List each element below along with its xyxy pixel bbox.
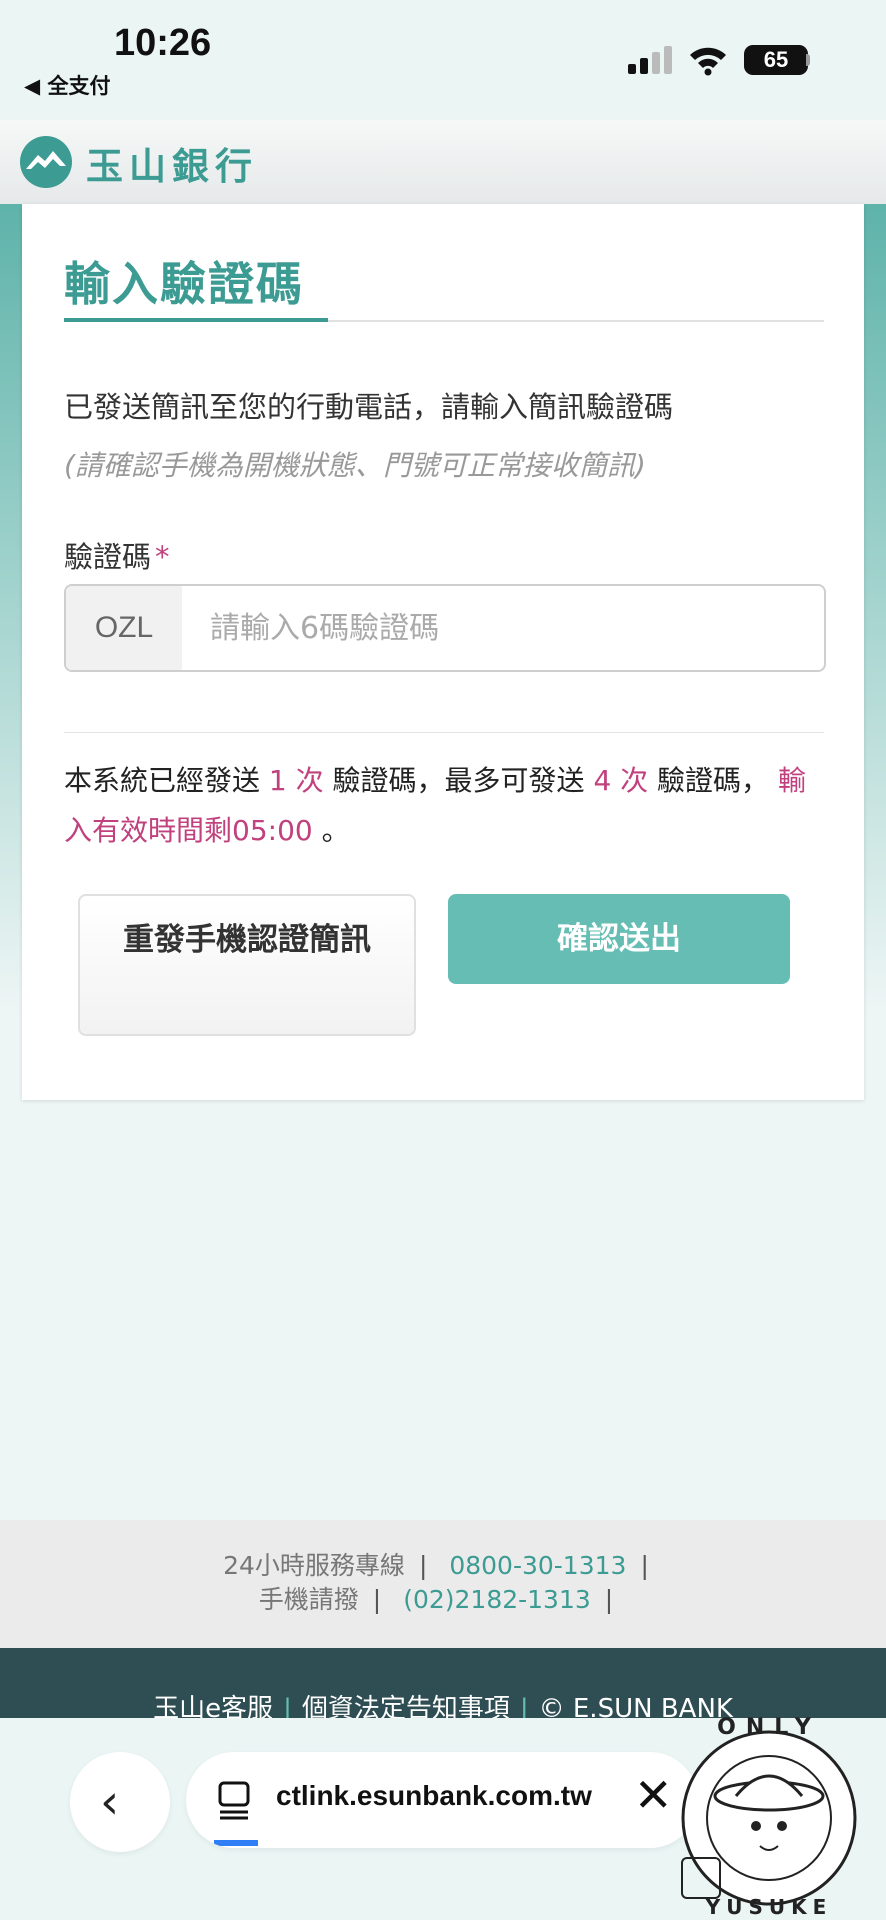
verification-card: 輸入驗證碼 已發送簡訊至您的行動電話，請輸入簡訊驗證碼 (請確認手機為開機狀態、… bbox=[22, 204, 864, 1100]
back-to-app-link[interactable]: ◀ 全支付 bbox=[24, 70, 110, 100]
side-decoration-left bbox=[0, 204, 22, 1104]
cellular-signal-icon bbox=[628, 46, 672, 74]
submit-button[interactable]: 確認送出 bbox=[448, 894, 790, 984]
send-count-info: 本系統已經發送 1 次 驗證碼，最多可發送 4 次 驗證碼， 輸入有效時間剩05… bbox=[64, 756, 824, 856]
sent-count: 1 次 bbox=[268, 764, 324, 797]
required-mark: * bbox=[155, 540, 170, 574]
resend-sms-button[interactable]: 重發手機認證簡訊 bbox=[78, 894, 416, 1036]
yusuke-sticker-watermark: ONLY YUSUKE bbox=[681, 1715, 857, 1919]
url-text: ctlink.esunbank.com.tw bbox=[276, 1780, 592, 1811]
info-text-1: 本系統已經發送 bbox=[64, 764, 269, 797]
code-prefix: OZL bbox=[66, 586, 182, 670]
sms-sent-description: 已發送簡訊至您的行動電話，請輸入簡訊驗證碼 bbox=[64, 390, 674, 424]
side-decoration-right bbox=[864, 204, 886, 1104]
verification-code-input[interactable] bbox=[182, 586, 822, 670]
bank-name: 玉山銀行 bbox=[86, 145, 258, 188]
title-underline bbox=[64, 318, 328, 322]
hotline-row: 24小時服務專線 | 0800-30-1313 | bbox=[223, 1551, 649, 1580]
browser-back-button[interactable]: ‹ bbox=[70, 1752, 170, 1852]
battery-tip bbox=[806, 54, 810, 66]
section-divider bbox=[64, 732, 824, 733]
footer-hotline: 24小時服務專線 | 0800-30-1313 | 手機請撥 | (02)2182-1… bbox=[0, 1520, 886, 1648]
tab-overview-icon bbox=[218, 1781, 250, 1820]
mobile-number-link[interactable]: (02)2182-1313 bbox=[403, 1585, 591, 1614]
code-field-label: 驗證碼 * bbox=[64, 534, 170, 576]
sticker-bottom-text: YUSUKE bbox=[705, 1895, 833, 1919]
battery-icon: 65 bbox=[744, 45, 808, 75]
info-text-2: 驗證碼，最多可發送 bbox=[323, 764, 594, 797]
code-label-text: 驗證碼 bbox=[64, 540, 152, 574]
mobile-label: 手機請撥 bbox=[258, 1585, 359, 1614]
sticker-top-text: ONLY bbox=[717, 1715, 821, 1740]
address-bar[interactable]: ctlink.esunbank.com.tw bbox=[186, 1752, 698, 1848]
bank-header: 玉山銀行 bbox=[0, 120, 886, 204]
hotline-number-link[interactable]: 0800-30-1313 bbox=[449, 1551, 626, 1580]
status-time: 10:26 bbox=[114, 22, 212, 64]
info-text-4: 。 bbox=[312, 814, 350, 847]
loading-progress-bar bbox=[214, 1840, 258, 1846]
hotline-label: 24小時服務專線 bbox=[223, 1551, 405, 1580]
status-bar: 10:26 ◀ 全支付 65 bbox=[0, 0, 886, 118]
info-text-3: 驗證碼， bbox=[648, 764, 770, 797]
phone-status-note: (請確認手機為開機狀態、門號可正常接收簡訊) bbox=[64, 449, 646, 482]
max-count: 4 次 bbox=[593, 764, 649, 797]
wifi-icon bbox=[690, 47, 726, 76]
page-title: 輸入驗證碼 bbox=[64, 257, 304, 311]
code-input-group: OZL bbox=[64, 584, 826, 672]
esun-logo-icon bbox=[20, 136, 72, 188]
mobile-row: 手機請撥 | (02)2182-1313 | bbox=[258, 1585, 614, 1614]
chevron-left-icon: ‹ bbox=[100, 1774, 120, 1830]
